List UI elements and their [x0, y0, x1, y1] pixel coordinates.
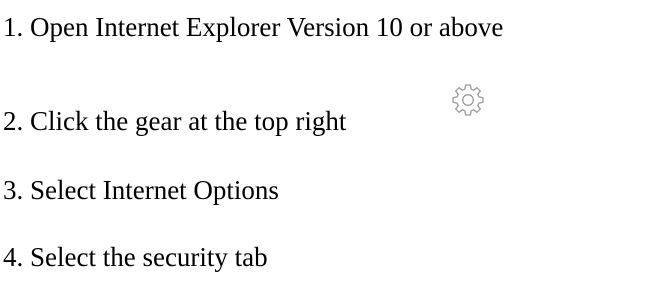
- gear-icon: [451, 83, 485, 117]
- step-1-text: 1. Open Internet Explorer Version 10 or …: [3, 12, 504, 42]
- step-2-text: 2. Click the gear at the top right: [3, 106, 347, 136]
- step-3-text: 3. Select Internet Options: [3, 175, 279, 205]
- step-4-text: 4. Select the security tab: [3, 242, 268, 272]
- instruction-steps: 1. Open Internet Explorer Version 10 or …: [0, 0, 651, 291]
